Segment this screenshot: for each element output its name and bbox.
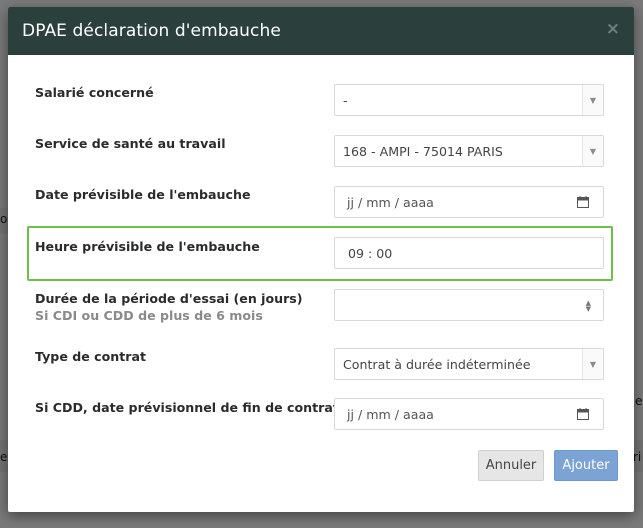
modal-title: DPAE déclaration d'embauche	[22, 21, 281, 41]
field-label-salarie: Salarié concerné	[35, 85, 154, 100]
heure-embauche-input[interactable]: 09 : 00	[334, 237, 604, 269]
date-embauche-value: jj / mm / aaaa	[347, 194, 434, 210]
number-spinner-icon[interactable]: ▲ ▼	[586, 300, 591, 313]
heure-embauche-value: 09 : 00	[348, 245, 393, 261]
type-contrat-select[interactable]: Contrat à durée indéterminée ▼	[334, 348, 604, 380]
chevron-down-icon: ▼	[582, 349, 603, 379]
cancel-button[interactable]: Annuler	[478, 450, 544, 481]
salarie-select[interactable]: - ▼	[334, 84, 604, 116]
field-label-date-fin-cdd: Si CDD, date prévisionnel de fin de cont…	[35, 400, 339, 415]
field-sublabel-periode-essai: Si CDI ou CDD de plus de 6 mois	[35, 308, 263, 323]
chevron-down-icon: ▼	[582, 136, 603, 166]
field-label-heure-embauche: Heure prévisible de l'embauche	[35, 239, 260, 254]
calendar-icon[interactable]	[577, 196, 589, 208]
date-fin-cdd-value: jj / mm / aaaa	[347, 406, 434, 422]
close-icon[interactable]: ×	[606, 19, 620, 39]
field-label-type-contrat: Type de contrat	[35, 349, 147, 364]
type-contrat-select-value: Contrat à durée indéterminée	[343, 356, 531, 372]
dpae-modal: DPAE déclaration d'embauche × Salarié co…	[8, 7, 634, 512]
calendar-icon[interactable]	[577, 408, 589, 420]
field-label-date-embauche: Date prévisible de l'embauche	[35, 187, 251, 202]
date-fin-cdd-input[interactable]: jj / mm / aaaa	[334, 398, 604, 430]
modal-header: DPAE déclaration d'embauche ×	[8, 7, 634, 55]
periode-essai-input[interactable]: ▲ ▼	[334, 289, 604, 321]
service-sante-select-value: 168 - AMPI - 75014 PARIS	[343, 143, 503, 159]
field-label-periode-essai: Durée de la période d'essai (en jours)	[35, 291, 303, 306]
chevron-down-icon: ▼	[582, 85, 603, 115]
add-button[interactable]: Ajouter	[554, 450, 618, 481]
service-sante-select[interactable]: 168 - AMPI - 75014 PARIS ▼	[334, 135, 604, 167]
salarie-select-value: -	[343, 92, 348, 108]
date-embauche-input[interactable]: jj / mm / aaaa	[334, 186, 604, 218]
field-label-service-sante: Service de santé au travail	[35, 136, 226, 151]
